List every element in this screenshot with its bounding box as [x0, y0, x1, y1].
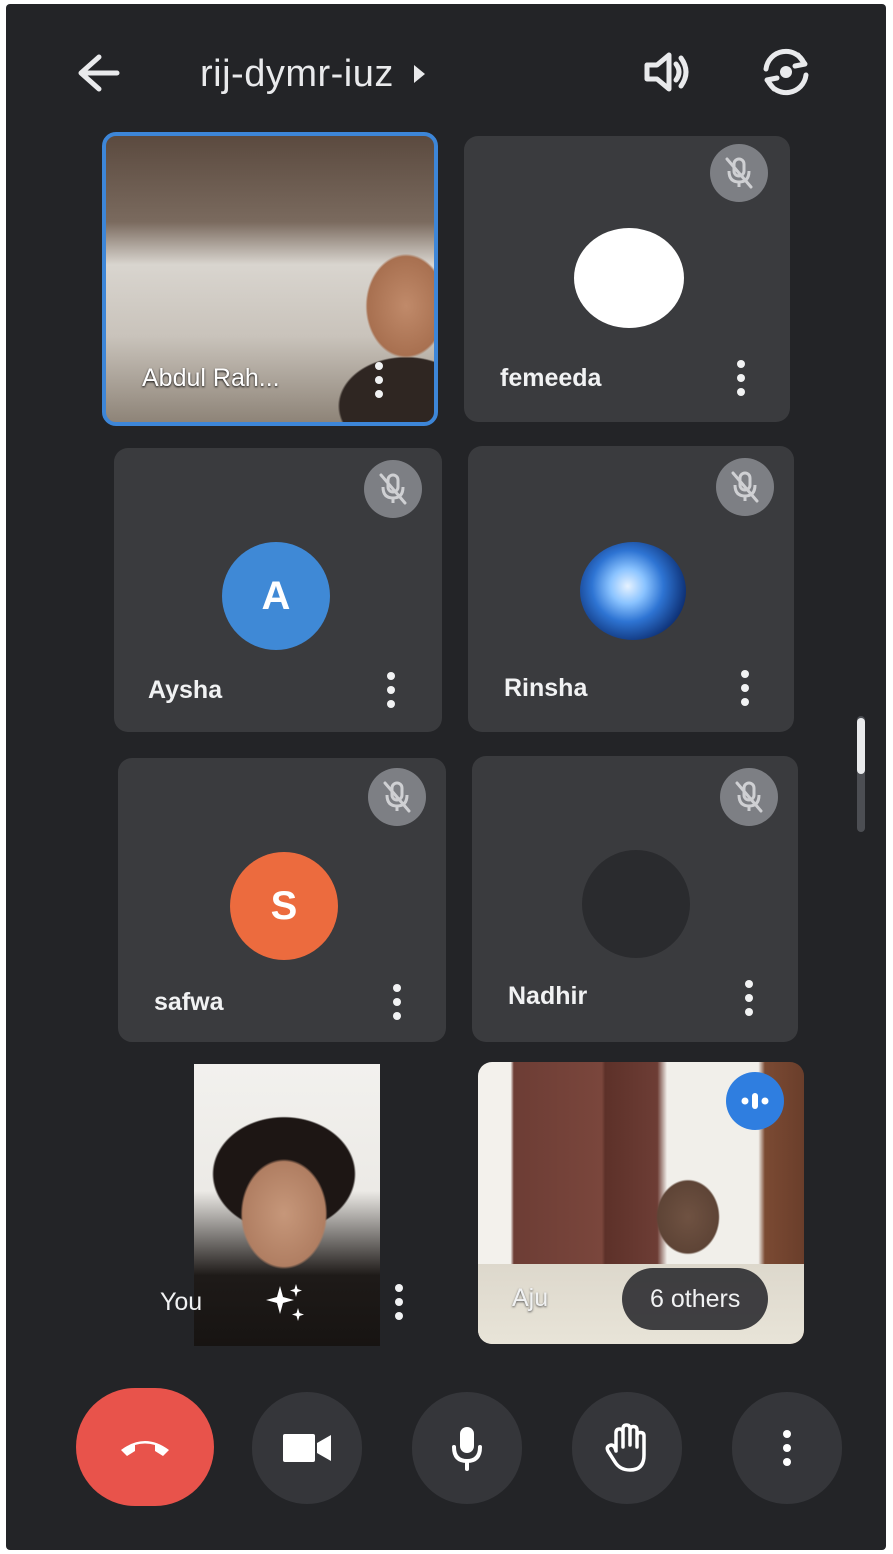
- participant-tile-aysha[interactable]: A Aysha: [114, 448, 442, 732]
- participant-tile-safwa[interactable]: S safwa: [118, 758, 446, 1042]
- avatar-initial: S: [270, 883, 298, 928]
- camera-toggle-button[interactable]: [252, 1392, 362, 1504]
- participant-menu-button[interactable]: [726, 356, 756, 400]
- others-label: 6 others: [650, 1284, 741, 1313]
- raise-hand-button[interactable]: [572, 1392, 682, 1504]
- participant-name: safwa: [154, 988, 224, 1016]
- more-vertical-icon: [375, 362, 383, 370]
- more-vertical-icon: [783, 1430, 791, 1466]
- meet-screen: rij-dymr-iuz Abdul Rah... femeeda A Aysh…: [6, 4, 886, 1550]
- participant-menu-button[interactable]: [730, 666, 760, 710]
- participant-name: Nadhir: [508, 982, 588, 1010]
- end-call-button[interactable]: [76, 1388, 214, 1506]
- participant-name: Rinsha: [504, 674, 588, 702]
- microphone-icon: [452, 1427, 482, 1471]
- back-button[interactable]: [68, 46, 128, 100]
- more-vertical-icon: [741, 670, 749, 678]
- participant-tile-nadhir[interactable]: Nadhir: [472, 756, 798, 1042]
- participant-avatar: [582, 850, 690, 958]
- participant-menu-button[interactable]: [734, 976, 764, 1020]
- self-name: You: [160, 1288, 203, 1316]
- more-vertical-icon: [393, 984, 401, 992]
- participant-avatar: [580, 542, 686, 640]
- more-vertical-icon: [745, 980, 753, 988]
- mic-off-icon: [720, 768, 778, 826]
- mic-off-icon: [716, 458, 774, 516]
- sparkles-icon: [266, 1284, 304, 1321]
- mic-off-icon: [368, 768, 426, 826]
- more-options-button[interactable]: [732, 1392, 842, 1504]
- raise-hand-icon: [605, 1423, 646, 1472]
- microphone-toggle-button[interactable]: [412, 1392, 522, 1504]
- participant-name: Abdul Rah...: [142, 364, 280, 392]
- participant-name: Aysha: [148, 676, 223, 704]
- more-vertical-icon: [395, 1284, 403, 1292]
- chevron-right-icon: [413, 65, 425, 83]
- speaker-icon: [644, 52, 689, 92]
- audio-level-icon: [726, 1072, 784, 1130]
- switch-camera-button[interactable]: [754, 40, 818, 104]
- participant-tile-abdul[interactable]: Abdul Rah...: [102, 132, 438, 426]
- mic-off-icon: [710, 144, 768, 202]
- avatar-initial: A: [261, 573, 291, 618]
- switch-camera-icon: [763, 48, 809, 96]
- mic-off-icon: [364, 460, 422, 518]
- arrow-left-icon: [78, 54, 120, 92]
- participant-menu-button[interactable]: [364, 358, 394, 402]
- meeting-code-button[interactable]: rij-dymr-iuz: [200, 48, 425, 100]
- participant-name: femeeda: [500, 364, 602, 392]
- participant-avatar: [574, 228, 684, 328]
- others-button[interactable]: 6 others: [622, 1268, 769, 1330]
- meeting-code: rij-dymr-iuz: [200, 52, 394, 95]
- scrollbar-thumb[interactable]: [857, 718, 865, 774]
- participant-name: Aju: [512, 1284, 549, 1312]
- participant-tile-femeeda[interactable]: femeeda: [464, 136, 790, 422]
- participant-avatar: S: [230, 852, 338, 960]
- call-header: rij-dymr-iuz: [6, 4, 886, 134]
- effects-button[interactable]: [262, 1280, 308, 1326]
- participant-menu-button[interactable]: [382, 980, 412, 1024]
- end-call-icon: [121, 1441, 169, 1456]
- speaker-button[interactable]: [638, 42, 698, 102]
- participant-avatar: A: [222, 542, 330, 650]
- more-vertical-icon: [387, 672, 395, 680]
- camera-icon: [283, 1434, 331, 1462]
- more-vertical-icon: [737, 360, 745, 368]
- self-menu-button[interactable]: [384, 1280, 414, 1324]
- participant-menu-button[interactable]: [376, 668, 406, 712]
- participant-tile-rinsha[interactable]: Rinsha: [468, 446, 794, 732]
- participant-tile-aju[interactable]: Aju 6 others: [478, 1062, 804, 1344]
